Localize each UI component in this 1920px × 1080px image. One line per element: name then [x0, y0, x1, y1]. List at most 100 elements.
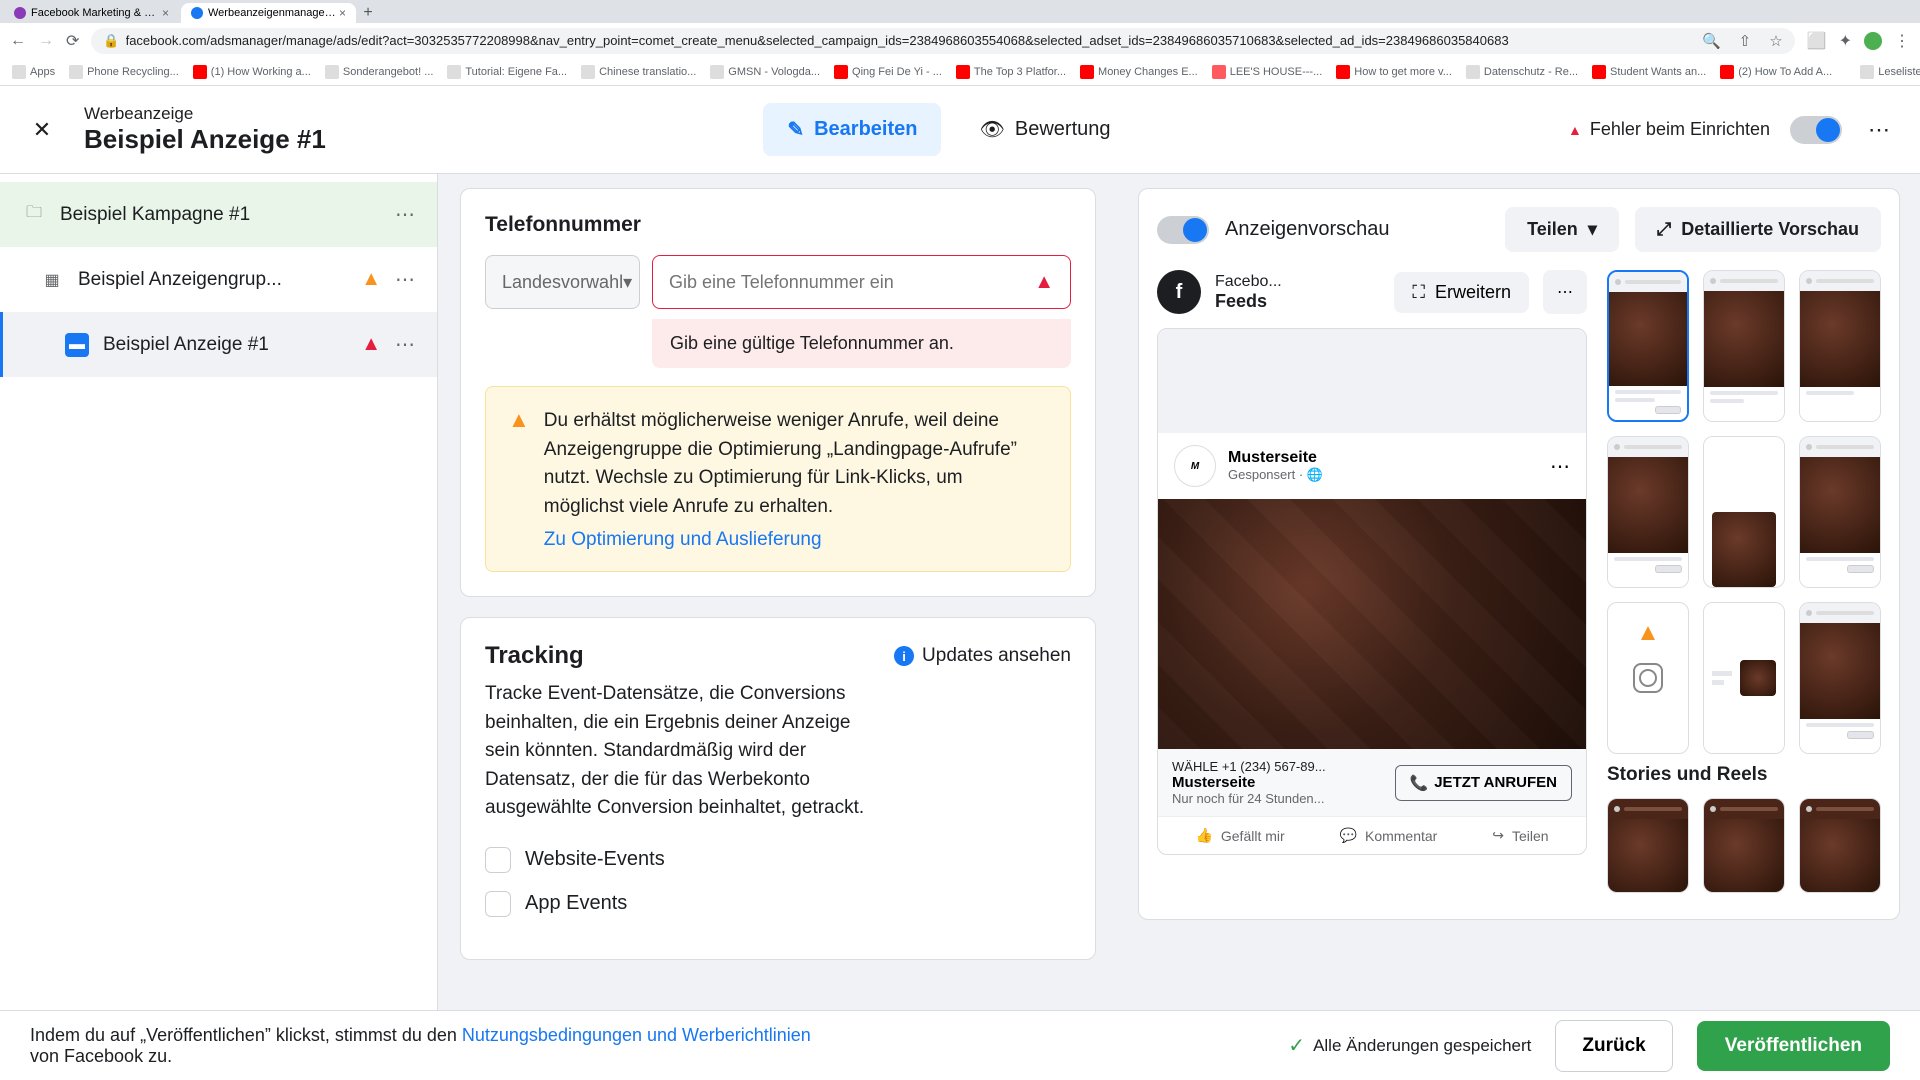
placement-thumb[interactable] [1607, 436, 1689, 588]
back-icon[interactable]: ← [10, 32, 26, 50]
thumb-icon: 👍 [1195, 827, 1212, 844]
check-icon: ✓ [1288, 1033, 1305, 1058]
close-icon[interactable]: × [162, 6, 169, 20]
addr-icons: 🔍 ⇧ ☆ [1702, 32, 1783, 50]
comment-action[interactable]: 💬Kommentar [1340, 827, 1438, 844]
edit-tab[interactable]: ✎ Bearbeiten [763, 103, 941, 156]
row-menu[interactable]: ⋯ [391, 263, 419, 296]
share-button[interactable]: Teilen ▾ [1505, 207, 1619, 252]
more-menu[interactable]: ⋯ [1862, 111, 1896, 149]
tracking-title: Tracking [485, 642, 584, 670]
bookmark-item[interactable]: Qing Fei De Yi - ... [834, 65, 942, 79]
tree-campaign[interactable]: 🗀 Beispiel Kampagne #1 ⋯ [0, 182, 437, 247]
header-subtitle: Werbeanzeige [84, 104, 326, 124]
call-now-button[interactable]: 📞 JETZT ANRUFEN [1395, 765, 1572, 801]
placement-thumb[interactable] [1703, 798, 1785, 893]
expand-button[interactable]: ⛶ Erweitern [1394, 272, 1529, 313]
placement-thumb[interactable] [1703, 270, 1785, 422]
placement-thumb[interactable] [1799, 270, 1881, 422]
website-events-row: Website-Events [485, 847, 1071, 873]
placement-thumb[interactable] [1799, 798, 1881, 893]
browser-tab[interactable]: Facebook Marketing & Werbe... × [4, 3, 179, 23]
website-events-checkbox[interactable] [485, 847, 511, 873]
tree-adset[interactable]: ▦ Beispiel Anzeigengrup... ▲ ⋯ [0, 247, 437, 312]
close-button[interactable]: ✕ [24, 112, 60, 148]
publish-button[interactable]: Veröffentlichen [1697, 1021, 1890, 1071]
profile-icon[interactable] [1864, 32, 1882, 50]
preview-more[interactable]: ⋯ [1543, 270, 1587, 314]
preview-toggle[interactable] [1157, 216, 1209, 244]
new-tab-button[interactable]: + [358, 3, 378, 23]
bookmark-item[interactable]: How to get more v... [1336, 65, 1452, 79]
tracking-desc: Tracke Event-Datensätze, die Conversions… [485, 680, 865, 823]
stories-reels-title: Stories und Reels [1607, 764, 1881, 786]
placement-thumb[interactable] [1703, 436, 1785, 588]
placement-thumb[interactable] [1607, 270, 1689, 422]
share-icon[interactable]: ⇧ [1739, 32, 1752, 50]
share-action[interactable]: ↪Teilen [1492, 827, 1548, 844]
close-icon[interactable]: × [339, 6, 346, 20]
detailed-preview-button[interactable]: ⤢ Detaillierte Vorschau [1635, 207, 1881, 252]
tab-strip: Facebook Marketing & Werbe... × Werbeanz… [0, 0, 1920, 23]
phone-error-msg: Gib eine gültige Telefonnummer an. [652, 319, 1071, 368]
back-button[interactable]: Zurück [1555, 1020, 1672, 1072]
row-menu[interactable]: ⋯ [391, 198, 419, 231]
review-tab[interactable]: 👁 Bewertung [959, 103, 1130, 156]
bookmark-item[interactable]: (1) How Working a... [193, 65, 311, 79]
chevron-down-icon: ▾ [623, 272, 632, 293]
zoom-icon[interactable]: 🔍 [1702, 32, 1721, 50]
preview-column: Anzeigenvorschau Teilen ▾ ⤢ Detaillierte… [1118, 174, 1920, 1010]
reload-icon[interactable]: ⟳ [66, 31, 79, 51]
phone-input[interactable] [669, 272, 1034, 293]
bookmark-item[interactable]: Datenschutz - Re... [1466, 65, 1578, 79]
tree-ad-active[interactable]: ▬ Beispiel Anzeige #1 ▲ ⋯ [0, 312, 437, 377]
footer-consent-text: Indem du auf „Veröffentlichen” klickst, … [30, 1025, 830, 1067]
bookmark-item[interactable]: Chinese translatio... [581, 65, 696, 79]
bookmark-item[interactable]: The Top 3 Platfor... [956, 65, 1066, 79]
bookmark-item[interactable]: Tutorial: Eigene Fa... [447, 65, 567, 79]
bookmark-item[interactable]: Money Changes E... [1080, 65, 1198, 79]
like-action[interactable]: 👍Gefällt mir [1195, 827, 1284, 844]
extensions-icon[interactable]: ✦ [1839, 31, 1852, 51]
row-menu[interactable]: ⋯ [391, 328, 419, 361]
reading-list[interactable]: Leseliste [1860, 65, 1920, 79]
mock-cta-line3: Nur noch für 24 Stunden... [1172, 791, 1326, 806]
eye-icon: 👁 [979, 117, 1004, 142]
instagram-thumb-warning[interactable]: ▲ [1607, 602, 1689, 754]
apps-icon[interactable]: Apps [12, 65, 55, 79]
forward-icon[interactable]: → [38, 32, 54, 50]
bookmark-item[interactable]: GMSN - Vologda... [710, 65, 820, 79]
terms-link[interactable]: Nutzungsbedingungen und Werberichtlinien [462, 1025, 811, 1045]
placement-thumb[interactable] [1607, 798, 1689, 893]
browser-tab-active[interactable]: Werbeanzeigenmanager - We... × [181, 3, 356, 23]
placement-thumb[interactable] [1799, 436, 1881, 588]
error-triangle-icon: ▲ [1568, 122, 1582, 138]
placement-thumb[interactable] [1703, 602, 1785, 754]
address-bar[interactable]: 🔒 facebook.com/adsmanager/manage/ads/edi… [91, 28, 1794, 54]
ad-icon: ▬ [65, 333, 89, 357]
app-events-checkbox[interactable] [485, 891, 511, 917]
bookmark-item[interactable]: Sonderangebot! ... [325, 65, 434, 79]
bookmark-item[interactable]: Student Wants an... [1592, 65, 1706, 79]
bookmark-item[interactable]: (2) How To Add A... [1720, 65, 1832, 79]
bookmark-item[interactable]: Phone Recycling... [69, 65, 179, 79]
error-icon: ▲ [1034, 271, 1054, 294]
menu-icon[interactable]: ⋮ [1894, 31, 1910, 51]
star-icon[interactable]: ☆ [1769, 32, 1782, 50]
instagram-icon [1633, 663, 1663, 693]
placement-thumb[interactable] [1799, 602, 1881, 754]
facebook-icon: f [1157, 270, 1201, 314]
master-toggle[interactable] [1790, 116, 1842, 144]
facebook-ext-icon[interactable]: ⬜ [1807, 31, 1827, 51]
mock-cta-line2: Musterseite [1172, 774, 1326, 791]
country-code-select[interactable]: Landesvorwahl ▾ [485, 255, 640, 309]
warning-icon: ▲ [361, 268, 381, 291]
optimization-link[interactable]: Zu Optimierung und Auslieferung [544, 529, 1048, 551]
updates-link[interactable]: i Updates ansehen [894, 645, 1071, 667]
bookmark-item[interactable]: LEE'S HOUSE---... [1212, 65, 1323, 79]
mock-image [1158, 499, 1586, 749]
mock-more[interactable]: ⋯ [1550, 454, 1570, 479]
header-title: Beispiel Anzeige #1 [84, 124, 326, 155]
preview-tab-small: Facebo... [1215, 273, 1282, 291]
mock-spacer [1158, 329, 1586, 433]
